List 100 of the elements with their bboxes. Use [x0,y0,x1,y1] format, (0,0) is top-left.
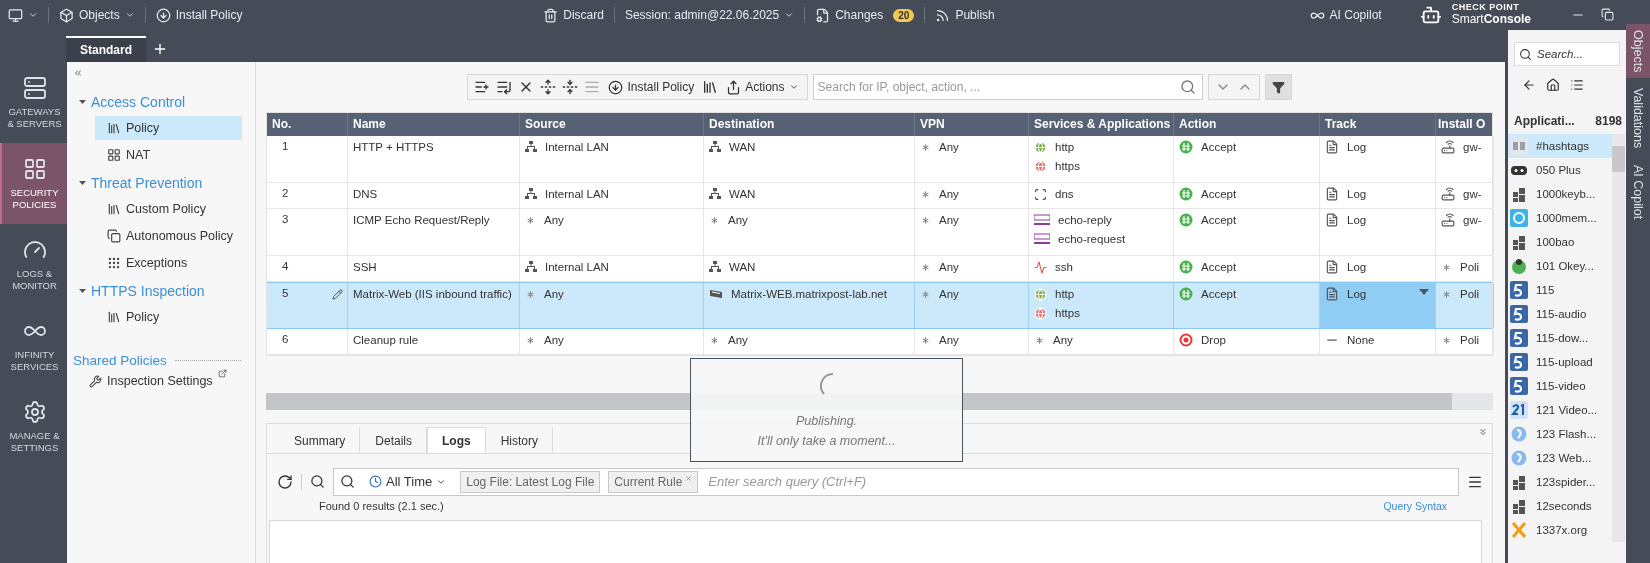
dialog-message: It'll only take a moment... [757,433,896,450]
tree-item[interactable]: Inspection Settings [83,369,242,393]
search-field[interactable]: Search for IP, object, action, ... [812,74,1203,100]
object-item[interactable]: 1000mem... [1508,206,1612,230]
nav-item[interactable]: MANAGE & SETTINGS [0,386,67,467]
details-tab[interactable]: Logs [427,427,486,453]
back-icon[interactable] [1522,78,1536,92]
object-item[interactable]: 115-dow... [1508,326,1612,350]
ai-copilot-button[interactable]: AI Copilot [1309,7,1382,23]
rule-row[interactable]: 1 HTTP + HTTPS Internal LAN WAN Any http https Accept Log gw- [267,136,1492,183]
list-icon[interactable] [1570,78,1584,92]
side-tab[interactable]: Objects [1626,24,1650,79]
publish-button[interactable]: Publish [935,7,995,23]
rule-row[interactable]: 3 ICMP Echo Request/Reply Any Any Any echo-reply echo-request Accept Log gw- [267,209,1492,256]
object-item[interactable]: 101 Okey... [1508,254,1612,278]
details-tab[interactable]: History [485,427,554,453]
search-icon [1519,47,1532,61]
object-item[interactable]: 123 Flash... [1508,422,1612,446]
rule-row[interactable]: 5 Matrix-Web (IIS inbound traffic) Any Matrix-WEB.matrixpost-lab.net Any http https Accept Log Poli [267,282,1492,329]
session-menu[interactable]: Session: admin@22.06.2025 [624,8,795,22]
gateway-icon [1441,213,1455,227]
collapse-panel-icon[interactable] [1478,427,1488,437]
actions-menu[interactable]: Actions [724,79,801,95]
search-icon[interactable] [1179,79,1196,95]
objects-menu[interactable]: Objects [59,7,135,23]
filter-icon [1271,80,1285,94]
filter-chip[interactable]: Log File: Latest Log File [460,470,601,493]
globe-icon [1034,159,1047,173]
add-rule-above-icon[interactable] [474,79,491,95]
expand-icon[interactable] [540,79,557,95]
object-item[interactable]: 1000keyb... [1508,182,1612,206]
search-options-icon[interactable] [310,474,325,489]
service-name: https [1055,307,1080,319]
discard-button[interactable]: Discard [543,7,604,23]
refresh-icon[interactable] [277,473,293,490]
destination-object: Matrix-WEB.matrixpost-lab.net [731,288,887,300]
destination-object: WAN [729,188,756,200]
tree-item[interactable]: Autonomous Policy [95,224,242,248]
install-policy-button[interactable]: Install Policy [155,7,243,23]
rule-row[interactable]: 2 DNS Internal LAN WAN Any dns Accept Log gw- [267,183,1492,209]
details-tab[interactable]: Summary [279,427,361,453]
time-range-menu[interactable]: All Time [363,473,453,490]
rule-name: ICMP Echo Request/Reply [353,213,490,227]
tree-item[interactable]: Policy [95,305,242,329]
tree-item[interactable]: Exceptions [95,251,242,275]
rule-name: DNS [353,187,378,201]
tiles-icon [1510,497,1528,515]
object-item[interactable]: 100bao [1508,230,1612,254]
restore-icon[interactable] [1601,8,1614,21]
nav-item[interactable]: GATEWAYS & SERVERS [0,62,67,143]
rule-row[interactable]: 6 Cleanup rule Any Any Any Any Drop None Poli [267,329,1492,355]
dropdown-arrow-icon[interactable] [1419,289,1429,295]
object-item[interactable]: 121 Video... [1508,398,1612,422]
home-icon[interactable] [1546,78,1560,92]
app-logo-icon [1510,401,1528,419]
object-item[interactable]: 115-upload [1508,350,1612,374]
nav-item[interactable]: INFINITY SERVICES [0,305,67,386]
changes-button[interactable]: Changes [815,7,884,23]
service-name: http [1055,141,1075,153]
add-rule-below-icon[interactable] [496,79,513,95]
nav-item[interactable]: LOGS & MONITOR [0,224,67,305]
object-item[interactable]: 115 [1508,278,1612,302]
filter-button[interactable] [1264,74,1292,100]
rule-row[interactable]: 4 SSH Internal LAN WAN Any ssh Accept Log Poli [267,256,1492,282]
object-item[interactable]: 115-video [1508,374,1612,398]
track-value: Log [1347,188,1367,200]
network-icon [525,141,537,153]
add-tab-icon[interactable] [152,41,168,57]
install-policy-button[interactable]: Install Policy [606,79,697,95]
object-item[interactable]: 123 Web... [1508,446,1612,470]
object-item[interactable]: 1337x.org [1508,518,1612,542]
trash-icon [543,7,559,23]
policy-tab[interactable]: Standard [66,36,146,62]
object-search-field[interactable]: Search... [1514,42,1620,66]
log-query-field[interactable]: All Time Log File: Latest Log File Current Rule Enter search query (Ctrl+F) [333,467,1459,496]
accept-icon [1179,213,1193,227]
side-tab[interactable]: Validations [1626,82,1650,155]
exceptions-icon [107,256,121,270]
column-header[interactable]: Install O [1436,113,1494,136]
tree-item[interactable]: Custom Policy [95,197,242,221]
vertical-scrollbar[interactable] [1612,134,1625,542]
tree-item[interactable]: NAT [95,143,242,167]
object-item[interactable]: 050 Plus [1508,158,1612,182]
rule-name: Matrix-Web (IIS inbound traffic) [353,287,512,301]
collapse-icon[interactable] [562,79,579,95]
object-item[interactable]: 115-audio [1508,302,1612,326]
search-icon [340,474,355,489]
app-menu-button[interactable] [8,7,38,23]
object-item[interactable]: #hashtags [1508,134,1612,158]
side-tab[interactable]: AI Copilot [1626,158,1650,225]
nav-item[interactable]: SECURITY POLICIES [0,143,67,224]
network-icon [709,261,721,273]
object-item[interactable]: 123spider... [1508,470,1612,494]
tree-item[interactable]: Policy [95,116,242,140]
asterisk-icon [920,261,931,273]
object-item[interactable]: 12seconds [1508,494,1612,518]
product-name: SmartConsole [1451,13,1531,27]
track-value: None [1347,334,1375,346]
filter-chip[interactable]: Current Rule [608,470,699,493]
search-input[interactable]: Search for IP, object, action, ... [813,80,1174,94]
